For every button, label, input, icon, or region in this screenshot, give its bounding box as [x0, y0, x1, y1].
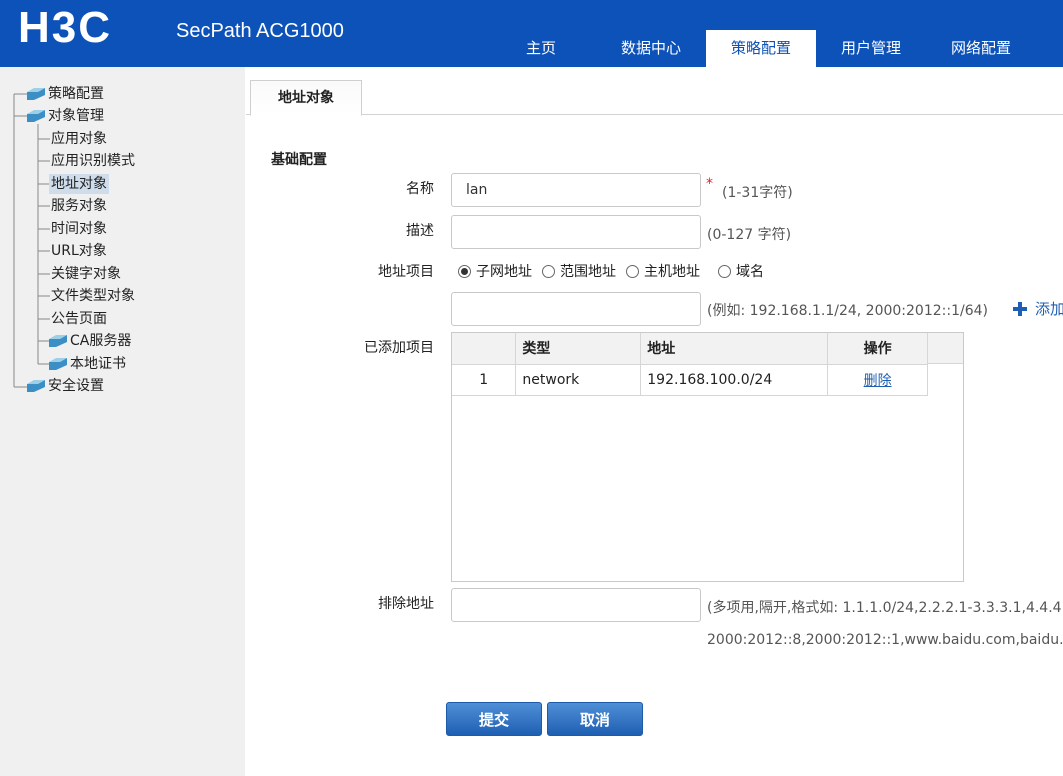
- desc-label: 描述: [406, 223, 434, 239]
- tree-item-local-certificate[interactable]: 本地证书: [48, 354, 126, 374]
- tree-item-label: URL对象: [51, 243, 107, 259]
- tree-item-url-object[interactable]: URL对象: [51, 241, 107, 261]
- product-name: SecPath ACG1000: [176, 20, 344, 42]
- folder-icon: [49, 358, 67, 370]
- add-button[interactable]: 添加: [1013, 298, 1063, 319]
- added-items-label: 已添加项目: [364, 340, 434, 356]
- radio-range[interactable]: 范围地址: [542, 261, 616, 281]
- radio-dot: [542, 264, 555, 278]
- radio-label: 主机地址: [644, 264, 700, 280]
- name-hint: (1-31字符): [722, 185, 793, 201]
- radio-dot: [458, 264, 471, 278]
- radio-dot: [626, 264, 639, 278]
- radio-label: 子网地址: [476, 264, 532, 280]
- tree-item-label: 文件类型对象: [51, 288, 135, 304]
- section-title: 基础配置: [271, 152, 327, 168]
- tree-item-address-object[interactable]: 地址对象: [49, 174, 109, 194]
- desc-hint: (0-127 字符): [707, 227, 792, 243]
- tab-bar: 地址对象: [246, 67, 1063, 116]
- row-action-cell: 删除: [827, 364, 928, 396]
- tree-item-notice-page[interactable]: 公告页面: [51, 309, 107, 329]
- col-index-header: [452, 333, 517, 365]
- tree-item-label: 本地证书: [70, 356, 126, 372]
- table-row: 1 network 192.168.100.0/24 删除: [452, 364, 928, 396]
- address-input[interactable]: [451, 292, 701, 326]
- exclude-hint-line1: (多项用,隔开,格式如: 1.1.1.0/24,2.2.2.1-3.3.3.1,…: [707, 600, 1063, 616]
- tree-item-object-management[interactable]: 对象管理: [26, 106, 104, 126]
- tree-item-label: 时间对象: [51, 221, 107, 237]
- nav-system[interactable]: 系统: [1036, 30, 1063, 67]
- desc-input[interactable]: [451, 215, 701, 249]
- tree-item-label: 服务对象: [51, 198, 107, 214]
- tree-item-label: 安全设置: [48, 378, 104, 394]
- sidebar-tree: 策略配置 对象管理 应用对象 应用识别模式 地址对象 服务对象 时间对象 URL…: [0, 67, 245, 776]
- name-input[interactable]: lan: [451, 173, 701, 207]
- row-type: network: [515, 364, 642, 396]
- tab-address-object[interactable]: 地址对象: [250, 80, 362, 116]
- svg-text:H3C: H3C: [18, 8, 112, 48]
- tree-item-policy-config[interactable]: 策略配置: [26, 84, 104, 104]
- tree-item-label: 地址对象: [49, 174, 109, 194]
- nav-user-management[interactable]: 用户管理: [816, 30, 926, 67]
- tree-item-label: 应用识别模式: [51, 153, 135, 169]
- plus-icon: [1013, 301, 1027, 316]
- tree-item-keyword-object[interactable]: 关键字对象: [51, 264, 121, 284]
- h3c-logo: H3C: [18, 8, 112, 48]
- nav-network-config[interactable]: 网络配置: [926, 30, 1036, 67]
- tree-item-service-object[interactable]: 服务对象: [51, 196, 107, 216]
- tree-item-security-settings[interactable]: 安全设置: [26, 376, 104, 396]
- row-address: 192.168.100.0/24: [640, 364, 829, 396]
- radio-domain[interactable]: 域名: [718, 261, 764, 281]
- tree-item-ca-server[interactable]: CA服务器: [48, 331, 131, 351]
- submit-button[interactable]: 提交: [446, 702, 542, 736]
- tree-item-label: CA服务器: [70, 333, 132, 349]
- tree-item-file-type-object[interactable]: 文件类型对象: [51, 286, 135, 306]
- required-mark: *: [706, 176, 713, 192]
- tree-item-label: 对象管理: [48, 108, 104, 124]
- delete-link[interactable]: 删除: [864, 373, 892, 389]
- add-label: 添加: [1035, 300, 1063, 318]
- folder-icon: [27, 110, 45, 122]
- tree-item-label: 关键字对象: [51, 266, 121, 282]
- col-action-header: 操作: [827, 333, 928, 365]
- address-example-hint: (例如: 192.168.1.1/24, 2000:2012::1/64): [707, 303, 988, 319]
- table-header-row: 类型 地址 操作: [452, 333, 928, 365]
- radio-label: 域名: [736, 264, 764, 280]
- folder-icon: [27, 88, 45, 100]
- exclude-address-input[interactable]: [451, 588, 701, 622]
- radio-host[interactable]: 主机地址: [626, 261, 700, 281]
- tree-item-time-object[interactable]: 时间对象: [51, 219, 107, 239]
- col-address-header: 地址: [640, 333, 829, 365]
- top-header: H3C SecPath ACG1000 主页 数据中心 策略配置 用户管理 网络…: [0, 0, 1063, 67]
- radio-subnet[interactable]: 子网地址: [458, 261, 532, 281]
- name-label: 名称: [406, 181, 434, 197]
- header-filler: [928, 333, 963, 364]
- tree-item-app-object[interactable]: 应用对象: [51, 129, 107, 149]
- address-item-label: 地址项目: [378, 264, 434, 280]
- tree-item-app-recognition-mode[interactable]: 应用识别模式: [51, 151, 135, 171]
- tree-item-label: 应用对象: [51, 131, 107, 147]
- row-index: 1: [452, 364, 517, 396]
- address-type-radio-group: 子网地址 范围地址 主机地址 域名: [458, 261, 774, 281]
- tree-item-label: 公告页面: [51, 311, 107, 327]
- col-type-header: 类型: [515, 333, 642, 365]
- exclude-hint-line2: 2000:2012::8,2000:2012::1,www.baidu.com,…: [707, 632, 1063, 648]
- radio-label: 范围地址: [560, 264, 616, 280]
- nav-home[interactable]: 主页: [486, 30, 596, 67]
- nav-policy-config[interactable]: 策略配置: [706, 30, 816, 67]
- cancel-button[interactable]: 取消: [547, 702, 643, 736]
- main-nav: 主页 数据中心 策略配置 用户管理 网络配置 系统: [486, 30, 1063, 67]
- exclude-address-label: 排除地址: [378, 596, 434, 612]
- radio-dot: [718, 264, 731, 278]
- nav-data-center[interactable]: 数据中心: [596, 30, 706, 67]
- folder-icon: [49, 335, 67, 347]
- tree-item-label: 策略配置: [48, 86, 104, 102]
- added-items-table: 类型 地址 操作 1 network 192.168.100.0/24 删除: [451, 332, 964, 582]
- folder-icon: [27, 380, 45, 392]
